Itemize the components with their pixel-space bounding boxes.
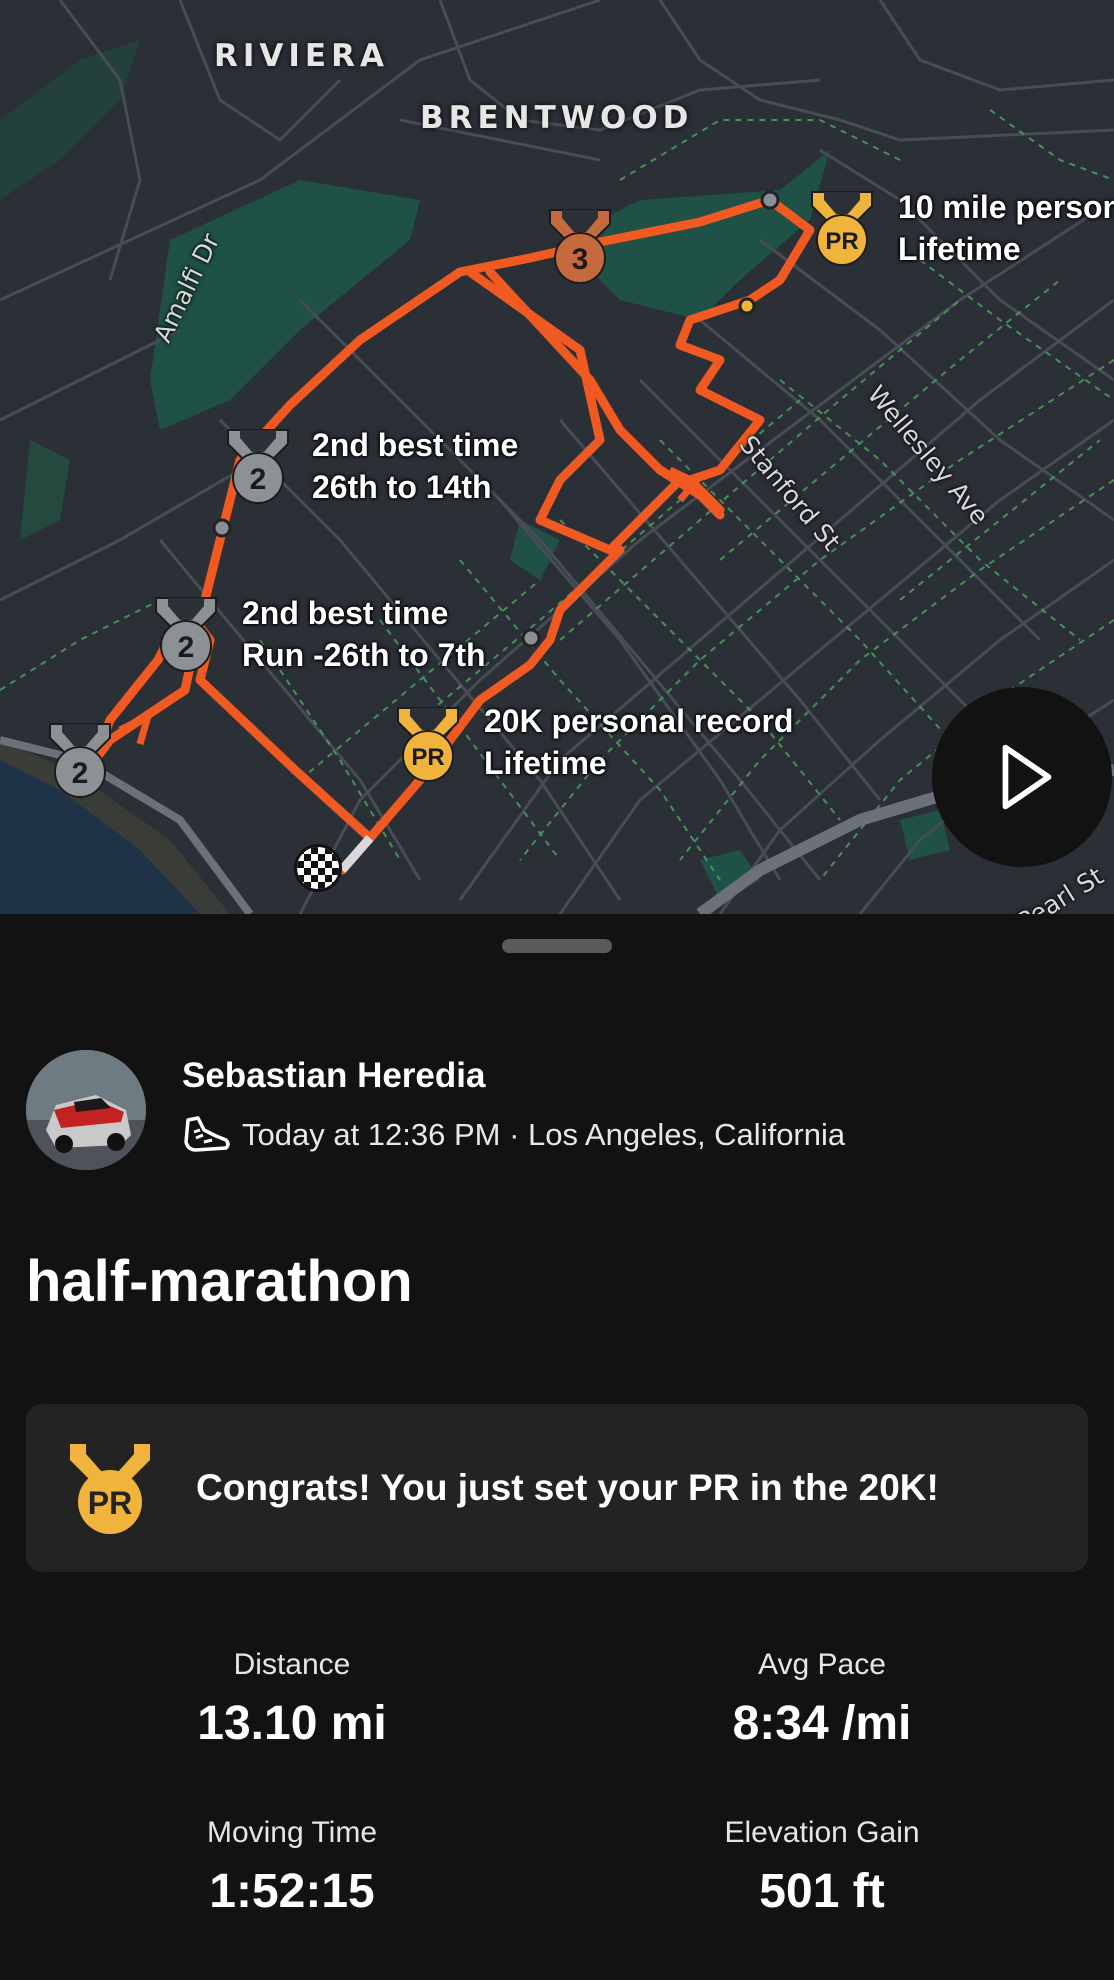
achievement-callout-segment-2: 2nd best time Run -26th to 7th — [242, 592, 486, 676]
bronze-medal-icon[interactable]: 3 — [544, 204, 616, 286]
activity-timestamp-location: Today at 12:36 PM · Los Angeles, Califor… — [242, 1117, 846, 1152]
silver-medal-icon[interactable]: 2 — [222, 424, 294, 506]
callout-subtitle: Lifetime — [484, 745, 607, 781]
activity-title[interactable]: half-marathon — [26, 1248, 413, 1315]
avatar[interactable] — [26, 1050, 146, 1170]
stat-label: Moving Time — [206, 1816, 378, 1849]
athlete-name[interactable]: Sebastian Heredia — [182, 1056, 485, 1096]
silver-medal-icon[interactable]: 2 — [44, 718, 116, 800]
callout-title: 20K personal record — [484, 703, 794, 739]
medal-text: 3 — [572, 243, 589, 276]
achievement-callout-segment-1: 2nd best time 26th to 14th — [312, 424, 518, 508]
play-flyover-button[interactable] — [932, 687, 1112, 867]
stat-moving-time: Moving Time 1:52:15 — [22, 1816, 562, 1919]
medal-text: 2 — [72, 757, 89, 790]
district-label-brentwood: BRENTWOOD — [420, 100, 694, 136]
silver-medal-icon[interactable]: 2 — [150, 592, 222, 674]
medal-text: 2 — [250, 463, 267, 496]
district-label-riviera: RIVIERA — [214, 38, 389, 74]
callout-subtitle: Run -26th to 7th — [242, 637, 486, 673]
play-icon — [1002, 744, 1052, 810]
activity-sheet: Sebastian Heredia Today at 12:36 PM · Lo… — [0, 914, 1114, 1980]
stat-label: Avg Pace — [758, 1648, 886, 1681]
stat-value: 1:52:15 — [209, 1865, 375, 1918]
sheet-drag-handle[interactable] — [502, 939, 612, 953]
running-shoe-icon — [184, 1116, 230, 1152]
achievement-callout-10-mile: 10 mile personal record Lifetime — [898, 186, 1114, 270]
pr-medal-icon[interactable]: PR — [806, 186, 878, 268]
pr-medal-icon: PR — [70, 1444, 150, 1534]
pr-medal-icon[interactable]: PR — [392, 702, 464, 784]
pr-banner[interactable]: PR Congrats! You just set your PR in the… — [26, 1404, 1088, 1572]
activity-meta: Today at 12:36 PM · Los Angeles, Califor… — [182, 1114, 845, 1156]
stat-value: 13.10 mi — [197, 1697, 387, 1750]
stat-value: 501 ft — [759, 1865, 885, 1918]
pr-banner-text: Congrats! You just set your PR in the 20… — [196, 1467, 939, 1508]
callout-title: 2nd best time — [242, 595, 449, 631]
stat-label: Elevation Gain — [724, 1816, 920, 1849]
stat-value: 8:34 /mi — [732, 1697, 912, 1750]
stat-avg-pace: Avg Pace 8:34 /mi — [552, 1648, 1092, 1751]
callout-title: 10 mile personal record — [898, 189, 1114, 225]
pr-medal-text: PR — [88, 1485, 132, 1521]
finish-flag-icon — [294, 844, 342, 892]
medal-text: PR — [825, 228, 858, 255]
medal-text: 2 — [178, 631, 195, 664]
medal-text: PR — [411, 744, 444, 771]
callout-title: 2nd best time — [312, 427, 519, 463]
callout-subtitle: Lifetime — [898, 231, 1021, 267]
route-map[interactable]: RIVIERA BRENTWOOD Amalfi Dr Wellesley Av… — [0, 0, 1114, 914]
callout-subtitle: 26th to 14th — [312, 469, 492, 505]
stat-distance: Distance 13.10 mi — [22, 1648, 562, 1751]
achievement-callout-20k: 20K personal record Lifetime — [484, 700, 793, 784]
stat-elevation-gain: Elevation Gain 501 ft — [552, 1816, 1092, 1919]
stat-label: Distance — [233, 1648, 351, 1681]
